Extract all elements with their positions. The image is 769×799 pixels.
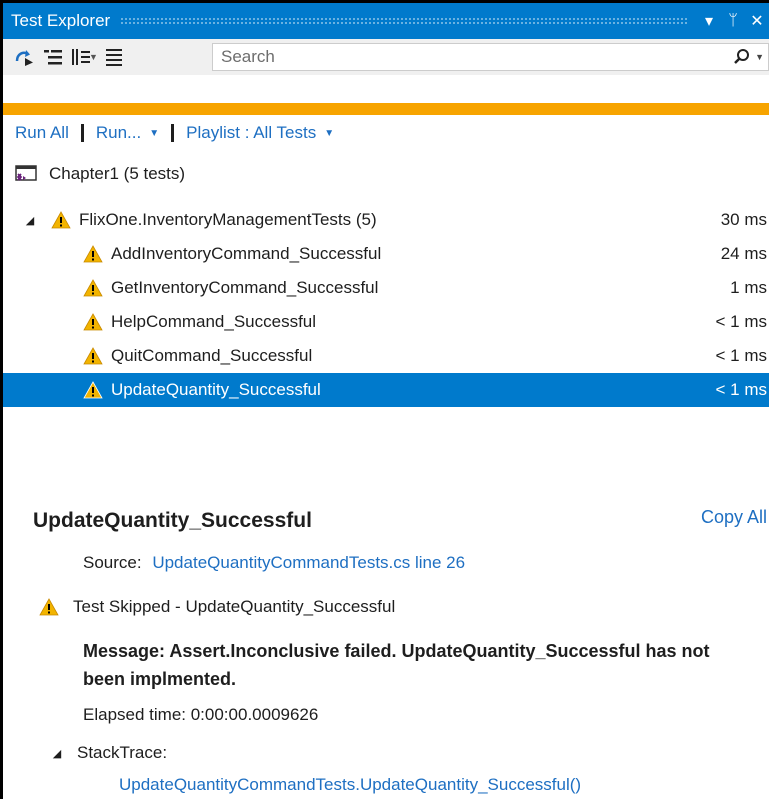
- test-duration: < 1 ms: [715, 312, 768, 331]
- separator: [171, 124, 175, 142]
- group-label: FlixOne.InventoryManagementTests (5): [79, 210, 377, 229]
- test-duration: 1 ms: [730, 278, 767, 297]
- test-duration: < 1 ms: [715, 346, 768, 365]
- warning-icon: [83, 279, 103, 297]
- test-row[interactable]: HelpCommand_Successful < 1 ms: [3, 305, 769, 339]
- test-name: QuitCommand_Successful: [111, 346, 313, 365]
- test-row[interactable]: GetInventoryCommand_Successful 1 ms: [3, 271, 769, 305]
- warning-icon: [83, 313, 103, 331]
- skipped-status: Test Skipped - UpdateQuantity_Successful: [39, 597, 395, 617]
- source-line: Source: UpdateQuantityCommandTests.cs li…: [83, 553, 465, 573]
- visual-studio-project-icon: [15, 165, 37, 181]
- progress-bar: [3, 103, 769, 115]
- search-icon[interactable]: [729, 48, 755, 66]
- warning-icon: [39, 598, 59, 616]
- search-input[interactable]: [213, 44, 730, 70]
- separator: [80, 124, 84, 142]
- collapse-arrow-icon[interactable]: ◢: [49, 747, 65, 760]
- test-row[interactable]: QuitCommand_Successful < 1 ms: [3, 339, 769, 373]
- source-link[interactable]: UpdateQuantityCommandTests.cs line 26: [152, 553, 465, 572]
- playlist-dropdown-icon[interactable]: ▼: [324, 128, 334, 139]
- elapsed-time: Elapsed time: 0:00:00.0009626: [83, 705, 319, 724]
- test-row-selected[interactable]: UpdateQuantity_Successful < 1 ms: [3, 373, 769, 407]
- warning-icon: [83, 381, 103, 399]
- title-bar: Test Explorer ▾ ᛘ ✕: [3, 3, 769, 39]
- test-name: AddInventoryCommand_Successful: [111, 244, 382, 263]
- pin-icon[interactable]: ᛘ: [721, 12, 745, 30]
- command-bar: Run All Run... ▼ Playlist : All Tests ▼: [3, 119, 769, 147]
- stacktrace-label: StackTrace:: [77, 743, 168, 762]
- group-by-button[interactable]: [39, 43, 67, 71]
- warning-icon: [83, 347, 103, 365]
- test-duration: 24 ms: [720, 244, 767, 263]
- window-title: Test Explorer: [11, 11, 111, 30]
- test-duration: < 1 ms: [715, 380, 768, 399]
- run-icon: [15, 50, 33, 66]
- run-dropdown-icon[interactable]: ▼: [149, 128, 159, 139]
- search-dropdown-icon[interactable]: ▼: [755, 52, 764, 62]
- copy-all-link[interactable]: Copy All: [701, 507, 767, 528]
- test-name: HelpCommand_Successful: [111, 312, 317, 331]
- toolbar: ▼ ▼: [3, 39, 769, 75]
- test-name: GetInventoryCommand_Successful: [111, 278, 379, 297]
- run-filter-button[interactable]: [11, 43, 39, 71]
- run-all-link[interactable]: Run All: [15, 123, 69, 143]
- search-box: ▼: [212, 43, 769, 71]
- window-menu-icon[interactable]: ▾: [697, 11, 721, 31]
- warning-icon: [51, 211, 71, 229]
- run-menu-link[interactable]: Run...: [96, 123, 141, 143]
- skipped-text: Test Skipped - UpdateQuantity_Successful: [73, 597, 396, 616]
- test-tree: ◢ FlixOne.InventoryManagementTests (5) 3…: [3, 203, 769, 407]
- group-icon: [44, 50, 62, 65]
- stacktrace-header[interactable]: ◢ StackTrace:: [49, 743, 167, 763]
- collapse-button[interactable]: [100, 43, 128, 71]
- project-label: Chapter1 (5 tests): [49, 164, 186, 183]
- tree-group-row[interactable]: ◢ FlixOne.InventoryManagementTests (5) 3…: [3, 203, 769, 237]
- stacktrace-link[interactable]: UpdateQuantityCommandTests.UpdateQuantit…: [119, 775, 581, 795]
- test-row[interactable]: AddInventoryCommand_Successful 24 ms: [3, 237, 769, 271]
- error-message: Message: Assert.Inconclusive failed. Upd…: [83, 641, 710, 689]
- details-title: UpdateQuantity_Successful: [33, 509, 312, 532]
- playlist-link[interactable]: Playlist : All Tests: [186, 123, 316, 143]
- warning-icon: [83, 245, 103, 263]
- title-grip[interactable]: [120, 17, 687, 25]
- close-icon[interactable]: ✕: [745, 11, 769, 31]
- hierarchy-dropdown-icon[interactable]: ▼: [89, 52, 98, 62]
- group-duration: 30 ms: [720, 210, 767, 229]
- collapse-arrow-icon[interactable]: ◢: [21, 214, 39, 227]
- source-label: Source:: [83, 553, 142, 572]
- test-explorer-window: Test Explorer ▾ ᛘ ✕ ▼ Search ▼ Run All R…: [0, 0, 769, 799]
- collapse-icon: [105, 49, 122, 66]
- test-name: UpdateQuantity_Successful: [111, 380, 321, 399]
- project-header[interactable]: Chapter1 (5 tests): [15, 161, 185, 187]
